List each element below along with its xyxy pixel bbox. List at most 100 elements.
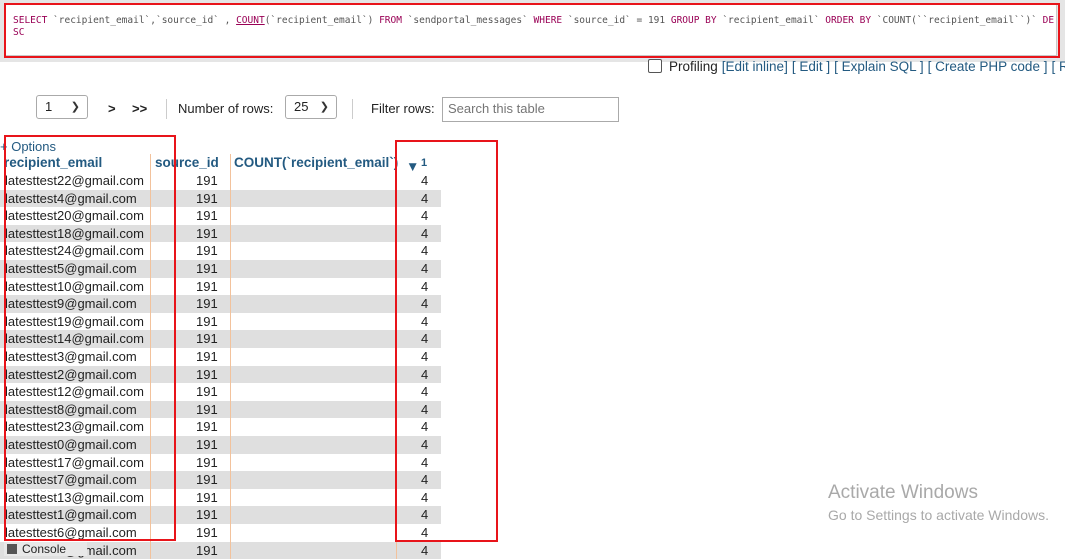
cell-source-id: 191	[196, 225, 218, 241]
cell-count: 4	[421, 296, 429, 312]
cell-source-id: 191	[196, 507, 218, 523]
cell-recipient-email: latesttest6@gmail.com	[5, 525, 137, 540]
table-row[interactable]: latesttest20@gmail.com 191 4	[0, 207, 441, 225]
table-row[interactable]: latesttest10@gmail.com 191 4	[0, 277, 441, 296]
table-row[interactable]: latesttest24@gmail.com 191 4	[0, 242, 441, 260]
console-tab[interactable]: Console	[4, 542, 87, 556]
cell-recipient-email: latesttest19@gmail.com	[5, 313, 144, 329]
profiling-label: Profiling	[669, 58, 718, 74]
cell-count: 4	[421, 419, 429, 435]
sql-token: `recipient_email`,`source_id` ,	[47, 15, 237, 26]
cell-source-id: 191	[196, 401, 218, 417]
filter-rows-input[interactable]: Search this table	[442, 97, 619, 122]
console-label: Console	[22, 542, 67, 556]
column-header-recipient-email[interactable]: recipient_email	[4, 155, 102, 170]
cell-count: 4	[421, 331, 429, 347]
table-row[interactable]: latesttest12@gmail.com 191 4	[0, 383, 441, 401]
table-row[interactable]: latesttest14@gmail.com 191 4	[0, 330, 441, 348]
cell-count: 4	[421, 507, 429, 523]
cell-source-id: 191	[196, 331, 218, 347]
cell-count: 4	[421, 437, 429, 452]
table-row[interactable]: latesttest6@gmail.com 191 4	[0, 524, 441, 542]
cell-source-id: 191	[196, 489, 218, 505]
table-row[interactable]: latesttest1@gmail.com 191 4	[0, 506, 441, 524]
activate-windows-title: Activate Windows	[828, 482, 978, 503]
cell-recipient-email: latesttest2@gmail.com	[5, 366, 137, 382]
next-page-button[interactable]: >	[108, 101, 116, 116]
table-row[interactable]: latesttest2@gmail.com 191 4	[0, 365, 441, 384]
page-select-value: 1	[45, 99, 53, 114]
cell-recipient-email: latesttest5@gmail.com	[5, 261, 137, 276]
sql-token: (`recipient_email`)	[264, 15, 380, 26]
cell-source-id: 191	[196, 366, 218, 382]
sql-token: FROM	[379, 15, 402, 26]
table-row[interactable]: latesttest0@gmail.com 191 4	[0, 436, 441, 454]
cell-recipient-email: latesttest14@gmail.com	[5, 331, 144, 347]
table-row[interactable]: latesttest18@gmail.com 191 4	[0, 224, 441, 243]
cell-source-id: 191	[196, 243, 218, 259]
sql-token: 191	[647, 15, 666, 26]
cell-recipient-email: latesttest4@gmail.com	[5, 190, 137, 206]
table-row[interactable]: latesttest9@gmail.com 191 4	[0, 295, 441, 313]
explain-sql-link[interactable]: [ Explain SQL ]	[834, 59, 924, 74]
table-row[interactable]: latesttest7@gmail.com 191 4	[0, 471, 441, 489]
cell-count: 4	[421, 243, 429, 259]
filter-rows-label: Filter rows:	[371, 101, 435, 116]
cell-recipient-email: latesttest1@gmail.com	[5, 507, 137, 523]
chevron-down-icon: ❯	[70, 101, 80, 113]
sql-token: `COUNT(``recipient_email``)`	[871, 15, 1043, 26]
sql-token: WHERE	[533, 15, 563, 26]
cell-count: 4	[421, 313, 429, 329]
refresh-link[interactable]: [ Ref	[1051, 59, 1065, 74]
edit-link[interactable]: [ Edit ]	[792, 59, 830, 74]
cell-recipient-email: latesttest0@gmail.com	[5, 437, 137, 452]
column-divider	[230, 154, 231, 559]
table-row[interactable]: latesttest4@gmail.com 191 4	[0, 189, 441, 208]
page-select[interactable]: 1 ❯	[36, 95, 88, 119]
divider	[352, 99, 353, 119]
cell-source-id: 191	[196, 349, 218, 364]
cell-source-id: 191	[196, 296, 218, 312]
cell-count: 4	[421, 489, 429, 505]
edit-inline-link[interactable]: [Edit inline]	[722, 59, 788, 74]
divider	[166, 99, 167, 119]
sql-token: ORDER BY	[825, 15, 872, 26]
rows-per-page-select[interactable]: 25 ❯	[285, 95, 337, 119]
cell-source-id: 191	[196, 454, 218, 470]
column-header-source-id[interactable]: source_id	[155, 155, 219, 170]
table-row[interactable]: latesttest22@gmail.com 191 4	[0, 172, 441, 190]
rows-per-page-value: 25	[294, 99, 309, 114]
column-divider	[150, 154, 151, 559]
cell-count: 4	[421, 173, 429, 188]
column-header-count[interactable]: COUNT(`recipient_email`)	[234, 155, 398, 170]
cell-count: 4	[421, 366, 429, 382]
cell-recipient-email: latesttest9@gmail.com	[5, 296, 137, 312]
cell-source-id: 191	[196, 190, 218, 206]
cell-count: 4	[421, 208, 429, 224]
table-row[interactable]: latesttest19@gmail.com 191 4	[0, 312, 441, 331]
sql-token: `sendportal_messages`	[401, 15, 534, 26]
options-toggle[interactable]: + Options	[0, 139, 56, 154]
create-php-code-link[interactable]: [ Create PHP code ]	[928, 59, 1048, 74]
cell-recipient-email: latesttest17@gmail.com	[5, 454, 144, 470]
table-row[interactable]: latesttest17@gmail.com 191 4	[0, 453, 441, 472]
sql-token: `recipient_email`	[716, 15, 826, 26]
table-row[interactable]: latesttest3@gmail.com 191 4	[0, 348, 441, 366]
cell-recipient-email: latesttest10@gmail.com	[5, 278, 144, 294]
activate-windows-subtitle: Go to Settings to activate Windows.	[828, 507, 1049, 523]
cell-recipient-email: latesttest3@gmail.com	[5, 349, 137, 364]
cell-source-id: 191	[196, 278, 218, 294]
cell-count: 4	[421, 525, 429, 540]
table-row[interactable]: latesttest13@gmail.com 191 4	[0, 488, 441, 507]
sql-token: COUNT	[236, 15, 265, 26]
sql-query-box[interactable]: SELECT `recipient_email`,`source_id` , C…	[5, 4, 1057, 56]
cell-count: 4	[421, 472, 429, 488]
cell-recipient-email: latesttest23@gmail.com	[5, 419, 144, 435]
table-row[interactable]: latesttest8@gmail.com 191 4	[0, 400, 441, 419]
profiling-checkbox[interactable]	[648, 59, 662, 73]
table-row[interactable]: latesttest23@gmail.com 191 4	[0, 418, 441, 436]
last-page-button[interactable]: >>	[132, 101, 147, 116]
table-row[interactable]: latesttest5@gmail.com 191 4	[0, 260, 441, 278]
cell-recipient-email: latesttest18@gmail.com	[5, 225, 144, 241]
cell-count: 4	[421, 542, 429, 558]
